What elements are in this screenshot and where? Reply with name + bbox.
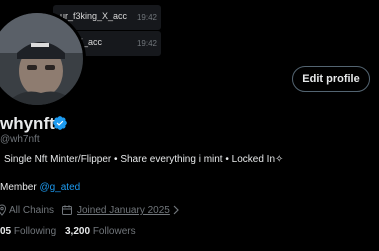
chevron-right-icon[interactable] — [172, 204, 180, 216]
chat-message-time: 19:42 — [136, 39, 157, 48]
profile-display-name: whynft — [0, 114, 55, 133]
following-count: 05 — [0, 226, 12, 237]
following-label: Following — [13, 226, 57, 237]
followers-count: 3,200 — [65, 226, 91, 237]
followers-link[interactable]: 3,200 Followers — [65, 226, 136, 237]
location-pin-icon — [0, 204, 7, 216]
verified-badge-icon[interactable] — [52, 115, 68, 131]
following-link[interactable]: 05 Following — [0, 226, 56, 237]
followers-label: Followers — [92, 226, 136, 237]
edit-profile-button[interactable]: Edit profile — [292, 66, 370, 92]
member-prefix: Member — [0, 182, 40, 193]
profile-joined-date[interactable]: Joined January 2025 — [77, 205, 170, 216]
calendar-icon — [62, 205, 72, 215]
profile-location: All Chains — [9, 205, 55, 216]
chat-message-text: ur_f3king_X_acc — [60, 11, 128, 21]
profile-handle: @wh7nft — [0, 134, 40, 145]
chat-message-time: 19:42 — [136, 13, 157, 22]
profile-bio: Single Nft Minter/Flipper • Share everyt… — [4, 154, 284, 165]
avatar-photo — [0, 13, 83, 105]
profile-member-line: Member @g_ated — [0, 182, 80, 193]
member-community-link[interactable]: @g_ated — [39, 182, 80, 193]
